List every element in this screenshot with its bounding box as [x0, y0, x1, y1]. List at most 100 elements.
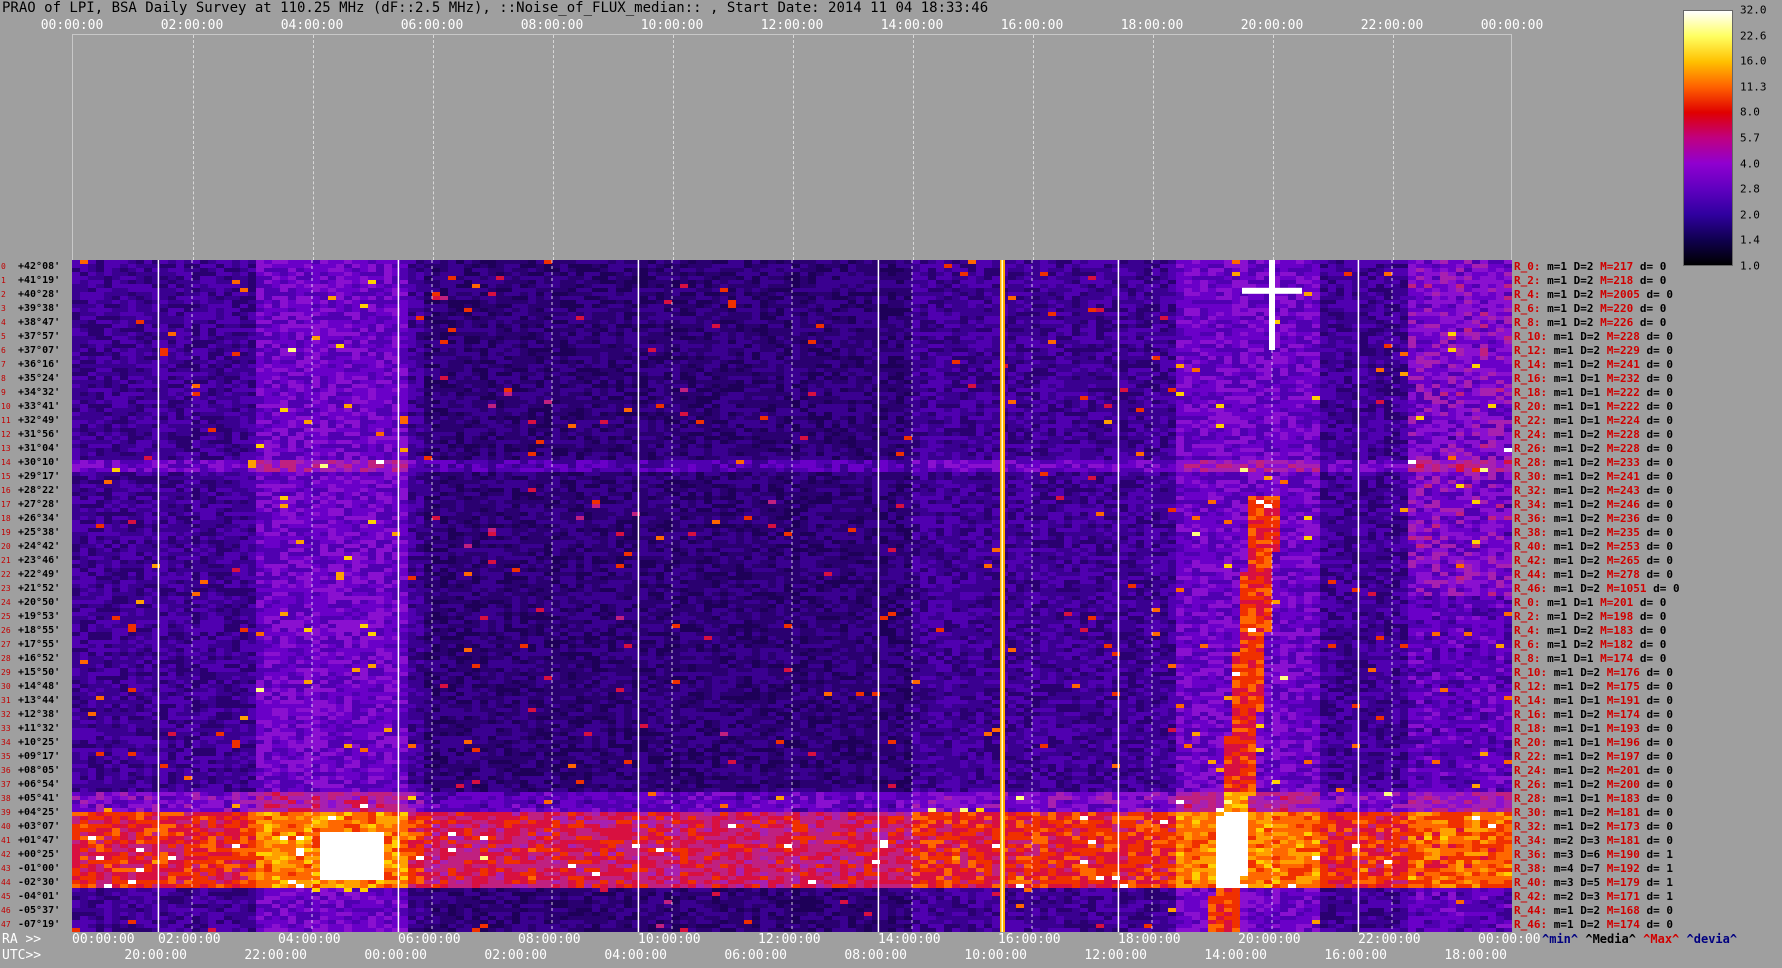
row-index: 19: [1, 526, 11, 540]
stat-row: R_14: m=1 D=2 M=241 d= 0: [1514, 358, 1673, 372]
declination-value: +35°24': [18, 372, 60, 386]
stat-row: R_16: m=1 D=1 M=232 d= 0: [1514, 372, 1673, 386]
declination-row: 41 +01°47': [0, 834, 72, 848]
top-grid-line: [433, 35, 434, 260]
stat-deviation: d= 0: [1640, 680, 1673, 693]
stat-median: D=2: [1574, 554, 1600, 567]
stat-max: M=198: [1594, 610, 1633, 623]
stat-deviation: d= 0: [1646, 582, 1680, 595]
top-ra-axis: 00:00:00 02:00:00 04:00:00 06:00:00 08:00:00…: [0, 16, 1544, 36]
row-index: 7: [1, 358, 6, 372]
row-index: 0: [1, 260, 6, 274]
stat-min: m=1: [1547, 498, 1574, 511]
stat-row: R_4: m=1 D=2 M=2005 d= 0: [1514, 288, 1673, 302]
declination-row: 2 +40°28': [0, 288, 72, 302]
declination-value: +17°55': [18, 638, 60, 652]
stat-median: D=1: [1574, 372, 1600, 385]
stat-min: m=1: [1547, 358, 1574, 371]
declination-value: +39°38': [18, 302, 60, 316]
declination-value: +01°47': [18, 834, 60, 848]
declination-row: 8 +35°24': [0, 372, 72, 386]
stat-max: M=201: [1600, 764, 1640, 777]
declination-row: 24 +20°50': [0, 596, 72, 610]
stat-median: D=2: [1574, 484, 1600, 497]
declination-row: 23 +21°52': [0, 582, 72, 596]
stat-max: M=235: [1600, 526, 1640, 539]
stat-label: R_34:: [1514, 498, 1547, 511]
top-grid-line: [673, 35, 674, 260]
stat-deviation: d= 0: [1640, 330, 1673, 343]
stat-max: M=226: [1594, 316, 1633, 329]
declination-value: +15°50': [18, 666, 60, 680]
heatmap-plot: [72, 260, 1512, 932]
row-index: 27: [1, 638, 11, 652]
row-index: 35: [1, 750, 11, 764]
stat-deviation: d= 0: [1640, 526, 1673, 539]
stat-min: m=1: [1547, 456, 1574, 469]
row-index: 17: [1, 498, 11, 512]
row-statistics: R_0: m=1 D=2 M=217 d= 0 R_2: m=1 D=2 M=21…: [1514, 260, 1694, 932]
stat-deviation: d= 1: [1640, 876, 1673, 889]
stat-label: R_38:: [1514, 862, 1547, 875]
declination-row: 29 +15°50': [0, 666, 72, 680]
stat-label: R_6:: [1514, 638, 1541, 651]
stat-deviation: d= 0: [1640, 498, 1673, 511]
declination-value: +10°25': [18, 736, 60, 750]
stat-deviation: d= 0: [1640, 554, 1673, 567]
declination-value: -05°37': [18, 904, 60, 918]
declination-row: 5 +37°57': [0, 330, 72, 344]
stat-median: D=6: [1574, 848, 1600, 861]
stat-max: M=171: [1600, 890, 1640, 903]
declination-value: +37°07': [18, 344, 60, 358]
top-tick-label: 16:00:00: [1001, 18, 1064, 33]
stat-deviation: d= 0: [1640, 400, 1673, 413]
declination-row: 38 +05°41': [0, 792, 72, 806]
colorbar-label: 2.0: [1740, 208, 1760, 221]
stat-label: R_10:: [1514, 330, 1547, 343]
stat-label: R_18:: [1514, 722, 1547, 735]
stat-min: m=1: [1547, 484, 1574, 497]
stat-max: M=222: [1600, 386, 1640, 399]
declination-row: 10 +33°41': [0, 400, 72, 414]
row-index: 13: [1, 442, 11, 456]
stat-min: m=1: [1547, 386, 1574, 399]
row-index: 32: [1, 708, 11, 722]
stat-deviation: d= 0: [1640, 414, 1673, 427]
stat-row: R_32: m=1 D=2 M=243 d= 0: [1514, 484, 1673, 498]
declination-value: +34°32': [18, 386, 60, 400]
stat-row: R_10: m=1 D=2 M=176 d= 0: [1514, 666, 1673, 680]
stat-label: R_40:: [1514, 540, 1547, 553]
stat-row: R_10: m=1 D=2 M=228 d= 0: [1514, 330, 1673, 344]
stat-label: R_44:: [1514, 568, 1547, 581]
colorbar-label: 32.0: [1740, 4, 1767, 17]
row-index: 30: [1, 680, 11, 694]
stat-deviation: d= 0: [1640, 722, 1673, 735]
row-index: 24: [1, 596, 11, 610]
stat-min: m=1: [1547, 680, 1574, 693]
stat-max: M=176: [1600, 666, 1640, 679]
stat-deviation: d= 0: [1640, 372, 1673, 385]
stat-max: M=229: [1600, 344, 1640, 357]
declination-row: 15 +29°17': [0, 470, 72, 484]
row-index: 2: [1, 288, 6, 302]
stat-max: M=243: [1600, 484, 1640, 497]
declination-row: 35 +09°17': [0, 750, 72, 764]
stat-median: D=2: [1574, 344, 1600, 357]
stat-median: D=2: [1574, 456, 1600, 469]
stat-row: R_4: m=1 D=2 M=183 d= 0: [1514, 624, 1666, 638]
row-index: 15: [1, 470, 11, 484]
declination-row: 37 +06°54': [0, 778, 72, 792]
row-index: 10: [1, 400, 11, 414]
declination-value: +03°07': [18, 820, 60, 834]
stat-label: R_8:: [1514, 652, 1541, 665]
stat-row: R_42: m=1 D=2 M=265 d= 0: [1514, 554, 1673, 568]
stat-row: R_2: m=1 D=2 M=198 d= 0: [1514, 610, 1666, 624]
stat-row: R_34: m=1 D=2 M=246 d= 0: [1514, 498, 1673, 512]
declination-row: 22 +22°49': [0, 568, 72, 582]
stat-row: R_0: m=1 D=2 M=217 d= 0: [1514, 260, 1666, 274]
stat-min: m=1: [1541, 624, 1567, 637]
row-index: 3: [1, 302, 6, 316]
stat-label: R_26:: [1514, 778, 1547, 791]
plot-area-top: [72, 34, 1512, 260]
row-index: 14: [1, 456, 11, 470]
